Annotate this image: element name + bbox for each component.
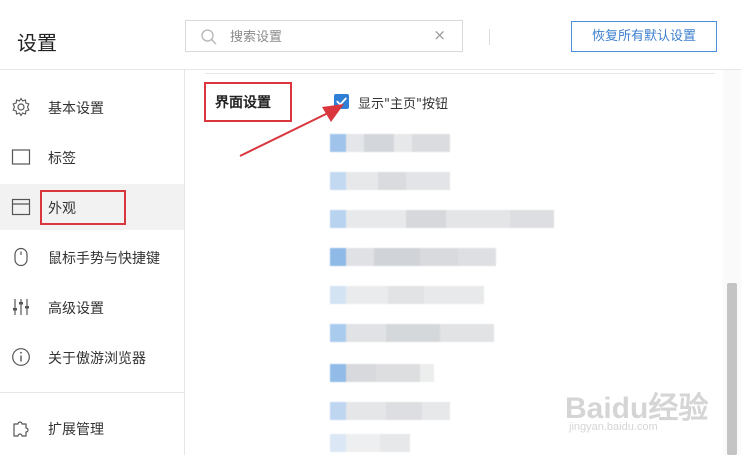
- clear-search-icon[interactable]: ×: [433, 26, 446, 44]
- search-icon: [200, 28, 218, 46]
- header-divider: [489, 29, 490, 45]
- sidebar: 基本设置 标签 外观 鼠标手势与快捷键 高级设置 关于傲游浏览器 扩展管理: [0, 70, 185, 455]
- sidebar-item-label: 基本设置: [48, 101, 104, 117]
- watermark-url: jingyan.baidu.com: [569, 421, 658, 433]
- sliders-icon: [11, 297, 31, 317]
- sidebar-item-tabs[interactable]: 标签: [0, 134, 184, 180]
- search-box[interactable]: ×: [185, 20, 463, 52]
- blurred-option-row: [330, 364, 434, 382]
- baidu-watermark: Baidu经验 jingyan.baidu.com: [565, 375, 715, 445]
- window-icon: [11, 197, 31, 217]
- sidebar-item-label: 关于傲游浏览器: [48, 351, 146, 367]
- blurred-option-row: [330, 172, 450, 190]
- sidebar-item-label: 扩展管理: [48, 422, 104, 438]
- info-icon: [11, 347, 31, 367]
- blurred-option-row: [330, 134, 450, 152]
- blurred-option-row: [330, 402, 450, 420]
- sidebar-item-extensions[interactable]: 扩展管理: [0, 405, 184, 451]
- header: 设置 × 恢复所有默认设置: [0, 0, 741, 70]
- sidebar-item-mouse[interactable]: 鼠标手势与快捷键: [0, 234, 184, 280]
- page-title: 设置: [17, 31, 57, 55]
- puzzle-icon: [11, 418, 31, 438]
- show-home-label: 显示"主页"按钮: [358, 97, 448, 112]
- blurred-option-row: [330, 248, 496, 266]
- sidebar-item-label: 鼠标手势与快捷键: [48, 251, 160, 267]
- annotation-arrow-icon: [239, 104, 344, 157]
- sidebar-item-label: 高级设置: [48, 301, 104, 317]
- mouse-icon: [11, 247, 31, 267]
- sidebar-item-about[interactable]: 关于傲游浏览器: [0, 334, 184, 380]
- blurred-option-row: [330, 434, 410, 452]
- blurred-option-row: [330, 210, 554, 228]
- search-input[interactable]: [230, 27, 410, 47]
- sidebar-divider: [0, 392, 184, 393]
- scrollbar-thumb[interactable]: [727, 283, 737, 455]
- gear-icon: [11, 97, 31, 117]
- highlight-appearance-box: [40, 190, 126, 225]
- sidebar-item-basic[interactable]: 基本设置: [0, 84, 184, 130]
- sidebar-item-advanced[interactable]: 高级设置: [0, 284, 184, 330]
- blurred-option-row: [330, 324, 494, 342]
- tab-icon: [11, 147, 31, 167]
- blurred-option-row: [330, 286, 484, 304]
- content-divider: [205, 73, 715, 74]
- sidebar-item-label: 标签: [48, 151, 76, 167]
- reset-defaults-button[interactable]: 恢复所有默认设置: [571, 21, 717, 52]
